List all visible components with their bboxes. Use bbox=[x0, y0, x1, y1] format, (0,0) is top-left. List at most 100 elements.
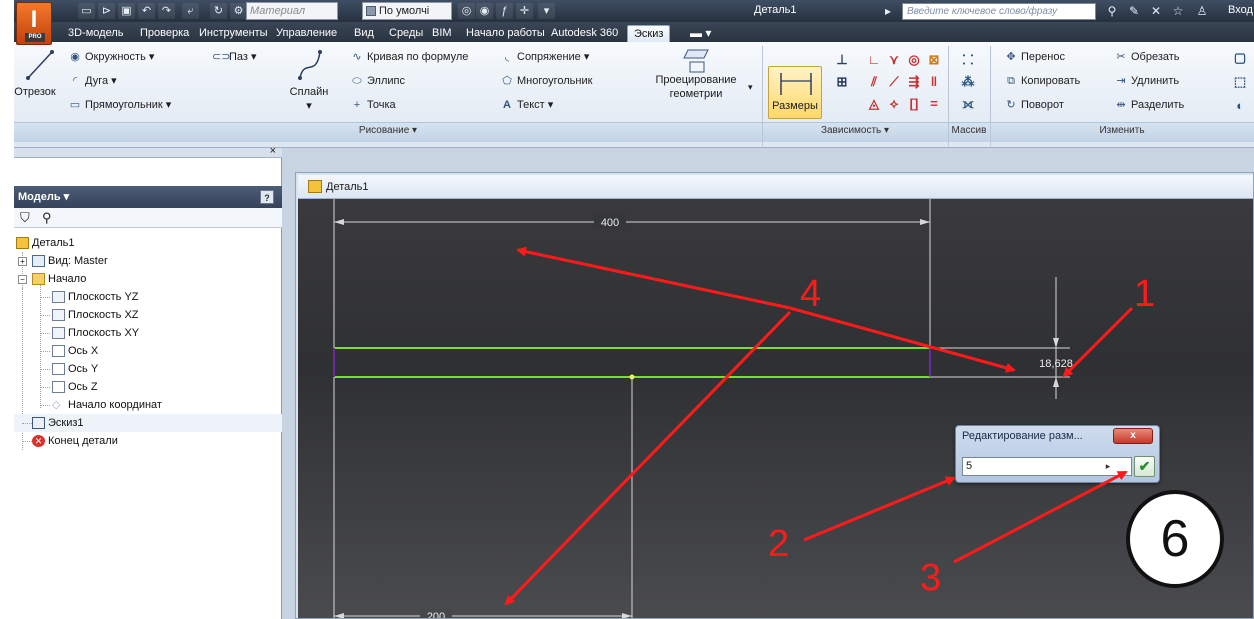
properties-icon[interactable]: ⚙ bbox=[230, 3, 247, 19]
tab-autodesk-360[interactable]: Autodesk 360 bbox=[551, 25, 618, 42]
tab-view[interactable]: Вид bbox=[354, 25, 374, 42]
spline-button[interactable]: Сплайн bbox=[284, 86, 334, 99]
tab-tools[interactable]: Инструменты bbox=[199, 25, 268, 42]
function-icon[interactable]: ƒ bbox=[496, 3, 513, 19]
project-geometry-label-1[interactable]: Проецирование bbox=[644, 74, 748, 87]
browser-title-bar[interactable]: Модель ▾ ? bbox=[14, 186, 282, 208]
browser-close-icon[interactable]: × bbox=[270, 145, 276, 157]
show-constraints-icon[interactable]: ⊞ bbox=[834, 74, 850, 90]
wrench-icon[interactable]: ✎ bbox=[1126, 3, 1142, 19]
trim-button[interactable]: ✂ Обрезать bbox=[1114, 50, 1179, 64]
panel-constrain-title[interactable]: Зависимость ▾ bbox=[762, 122, 948, 142]
search-input[interactable]: Введите ключевое слово/фразу bbox=[902, 3, 1096, 20]
tree-node-sketch[interactable]: Эскиз1 bbox=[14, 414, 282, 432]
favorites-star-icon[interactable]: ☆ bbox=[1170, 3, 1186, 19]
clear-override-icon[interactable]: ◉ bbox=[476, 3, 493, 19]
spline-icon[interactable] bbox=[296, 48, 324, 82]
symmetric-icon[interactable]: [] bbox=[906, 96, 922, 112]
tab-3d-model[interactable]: 3D-модель bbox=[68, 25, 123, 42]
sketch-canvas[interactable]: 400 18,628 200 bbox=[298, 199, 1253, 618]
document-tab[interactable]: Деталь1 bbox=[298, 175, 1253, 199]
extend-button[interactable]: ⇥ Удлинить bbox=[1114, 74, 1179, 88]
tree-node-plane-yz[interactable]: Плоскость YZ bbox=[14, 288, 282, 306]
stretch-icon[interactable]: ⬚ bbox=[1232, 74, 1248, 90]
concentric-icon[interactable]: ◎ bbox=[906, 52, 922, 68]
redo-icon[interactable]: ↷ bbox=[158, 3, 175, 19]
dimension-button[interactable]: Размеры bbox=[768, 66, 822, 119]
filter-icon[interactable]: ⛉ bbox=[20, 210, 30, 226]
fillet-button[interactable]: ◟ Сопряжение ▾ bbox=[500, 50, 590, 64]
tree-node-center-point[interactable]: ◇ Начало координат bbox=[14, 396, 282, 414]
tree-node-plane-xz[interactable]: Плоскость XZ bbox=[14, 306, 282, 324]
project-geometry-icon[interactable] bbox=[682, 46, 712, 74]
collinear-icon[interactable]: ⟡ bbox=[886, 96, 902, 112]
move-button[interactable]: ✥ Перенос bbox=[1004, 50, 1065, 64]
find-binoculars-icon[interactable]: ⚲ bbox=[42, 210, 52, 226]
fix-icon[interactable]: ⊠ bbox=[926, 52, 942, 68]
collapse-icon[interactable]: − bbox=[18, 275, 27, 284]
equation-curve-button[interactable]: ∿ Кривая по формуле bbox=[350, 50, 468, 64]
save-icon[interactable]: ▣ bbox=[118, 3, 135, 19]
perpendicular-icon[interactable]: ∟ bbox=[866, 52, 882, 68]
mirror-icon[interactable]: ⟗ bbox=[960, 96, 976, 112]
panel-draw-title[interactable]: Рисование ▾ bbox=[14, 122, 762, 142]
material-dropdown[interactable]: Материал bbox=[246, 2, 338, 20]
help-icon[interactable]: ? bbox=[260, 190, 274, 204]
tab-bim[interactable]: BIM bbox=[432, 25, 452, 42]
expand-icon[interactable]: + bbox=[18, 257, 27, 266]
arc-button[interactable]: ◜ Дуга ▾ bbox=[68, 74, 117, 88]
project-geometry-dropdown-icon[interactable]: ▾ bbox=[748, 80, 753, 94]
circle-button[interactable]: ◉ Окружность ▾ bbox=[68, 50, 154, 64]
tab-inspect[interactable]: Проверка bbox=[140, 25, 189, 42]
point-button[interactable]: + Точка bbox=[350, 98, 396, 112]
dimension-200-label[interactable]: 200 bbox=[427, 611, 445, 618]
tree-node-axis-z[interactable]: Ось Z bbox=[14, 378, 282, 396]
tangent-icon[interactable]: ⋎ bbox=[886, 52, 902, 68]
vertical-icon[interactable]: ‖ bbox=[926, 74, 942, 90]
tree-node-origin-folder[interactable]: − Начало bbox=[14, 270, 282, 288]
split-button[interactable]: ⇹ Разделить bbox=[1114, 98, 1184, 112]
spline-dropdown-icon[interactable]: ▾ bbox=[284, 100, 334, 113]
binoculars-icon[interactable]: ⚲ bbox=[1104, 3, 1120, 19]
return-icon[interactable]: ⤶ bbox=[182, 3, 199, 19]
auto-dimension-icon[interactable]: ⊥ bbox=[834, 52, 850, 68]
dimension-400-label[interactable]: 400 bbox=[601, 217, 619, 229]
user-icon[interactable]: ♙ bbox=[1194, 3, 1210, 19]
parallel-icon[interactable]: ⫽ bbox=[866, 74, 882, 90]
subscription-icon[interactable]: ✕ bbox=[1148, 3, 1164, 19]
scale-icon[interactable]: ▢ bbox=[1232, 50, 1248, 66]
search-expand-icon[interactable]: ▸ bbox=[880, 3, 896, 19]
panel-options-icon[interactable]: ▬ ▾ bbox=[690, 25, 711, 42]
smooth-icon[interactable]: ⟋ bbox=[886, 74, 902, 90]
tree-node-axis-x[interactable]: Ось X bbox=[14, 342, 282, 360]
line-icon[interactable] bbox=[24, 48, 56, 82]
text-button[interactable]: A Текст ▾ bbox=[500, 98, 553, 112]
circular-pattern-icon[interactable]: ⁂ bbox=[960, 74, 976, 90]
tree-node-end-of-part[interactable]: ✕ Конец детали bbox=[14, 432, 282, 450]
dimension-18628-label[interactable]: 18,628 bbox=[1039, 358, 1073, 370]
undo-icon[interactable]: ↶ bbox=[138, 3, 155, 19]
tab-sketch[interactable]: Эскиз bbox=[627, 25, 671, 42]
tree-node-view[interactable]: + Вид: Master bbox=[14, 252, 282, 270]
update-icon[interactable]: ↻ bbox=[210, 3, 227, 19]
copy-button[interactable]: ⧉ Копировать bbox=[1004, 74, 1080, 88]
rectangle-button[interactable]: ▭ Прямоугольник ▾ bbox=[68, 98, 172, 112]
rotate-button[interactable]: ↻ Поворот bbox=[1004, 98, 1064, 112]
horizontal-icon[interactable]: ⇶ bbox=[906, 74, 922, 90]
dialog-close-button[interactable]: x bbox=[1113, 428, 1153, 444]
tab-get-started[interactable]: Начало работы bbox=[466, 25, 545, 42]
panel-pattern-title[interactable]: Массив bbox=[948, 122, 990, 142]
dialog-ok-button[interactable]: ✔ bbox=[1134, 456, 1155, 477]
project-geometry-label-2[interactable]: геометрии bbox=[644, 88, 748, 101]
open-icon[interactable]: ⊳ bbox=[98, 3, 115, 19]
new-icon[interactable]: ▭ bbox=[78, 3, 95, 19]
equal-icon[interactable]: = bbox=[926, 96, 942, 112]
polygon-button[interactable]: ⬠ Многоугольник bbox=[500, 74, 592, 88]
tree-node-axis-y[interactable]: Ось Y bbox=[14, 360, 282, 378]
panel-modify-title[interactable]: Изменить bbox=[990, 122, 1254, 142]
graphics-viewport[interactable]: 400 18,628 200 bbox=[298, 199, 1253, 618]
measure-icon[interactable]: ✛ bbox=[516, 3, 533, 19]
tree-node-plane-xy[interactable]: Плоскость XY bbox=[14, 324, 282, 342]
signin-link[interactable]: Вход bbox=[1228, 4, 1253, 16]
customize-dropdown-icon[interactable]: ▾ bbox=[538, 3, 555, 19]
